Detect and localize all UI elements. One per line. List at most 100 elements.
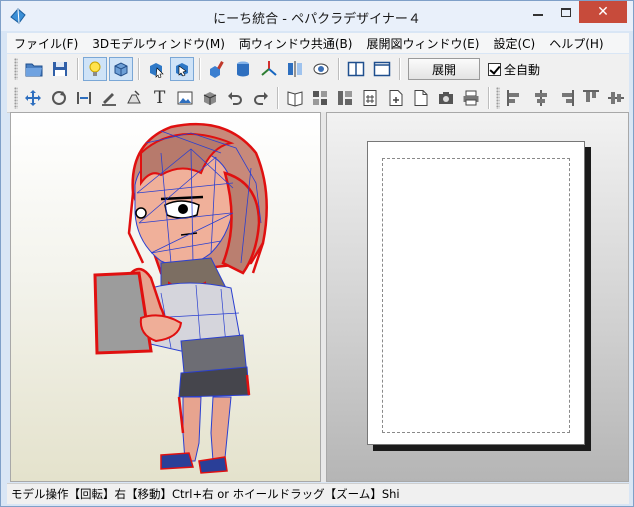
camera-icon [439, 91, 454, 104]
undo-button[interactable] [224, 86, 247, 110]
rotate-part-button[interactable] [47, 86, 70, 110]
undo-icon [228, 91, 243, 105]
minimize-icon [533, 14, 543, 16]
status-bar: モデル操作【回転】右【移動】Ctrl+右 or ホイールドラッグ【ズーム】Shi [7, 483, 629, 504]
mirror-icon [288, 61, 302, 77]
print-button[interactable] [460, 86, 483, 110]
align-center-icon [534, 89, 547, 106]
align-top-icon [583, 89, 600, 102]
split-view-button[interactable] [344, 57, 368, 81]
open-button[interactable] [22, 57, 46, 81]
arrange-parts-button[interactable] [334, 86, 357, 110]
cylinder-button[interactable] [231, 57, 255, 81]
3d-model-view[interactable] [10, 112, 321, 482]
join-edge-button[interactable] [72, 86, 95, 110]
floppy-disk-icon [53, 62, 67, 76]
split-window-icon [347, 61, 365, 77]
page-number-icon [363, 89, 377, 106]
app-window: にーち統合 - ペパクラデザイナー４ ✕ ファイル(F) 3Dモデルウィンドウ(… [0, 0, 634, 507]
page-icon [414, 89, 428, 106]
view-settings-button[interactable] [309, 57, 333, 81]
book-view-button[interactable] [283, 86, 306, 110]
align-right-icon [561, 89, 574, 106]
minimize-button[interactable] [524, 1, 552, 23]
maximize-icon [560, 7, 571, 17]
page-settings-button[interactable] [409, 86, 432, 110]
move-part-button[interactable] [22, 86, 45, 110]
lightbulb-icon [89, 61, 101, 76]
mirror-button[interactable] [283, 57, 307, 81]
page-number-button[interactable] [359, 86, 382, 110]
fold-part-button[interactable] [199, 86, 222, 110]
auto-unfold-option[interactable]: 全自動 [488, 61, 540, 78]
toolbar-grip[interactable] [14, 86, 18, 109]
flap-icon [127, 89, 142, 103]
redo-icon [253, 91, 268, 105]
brush-cube-icon [210, 61, 224, 78]
image-tool-button[interactable] [173, 86, 196, 110]
image-icon [177, 91, 193, 104]
menu-unfold-window[interactable]: 展開図ウィンドウ(E) [359, 35, 486, 52]
align-left-button[interactable] [504, 86, 527, 110]
rotate-icon [51, 90, 66, 105]
toolbar-separator [138, 58, 139, 80]
toolbar-separator [399, 58, 400, 80]
fold-cube-icon [203, 91, 217, 105]
axis-icon [261, 61, 277, 76]
paint-cube-button[interactable] [205, 57, 229, 81]
print-area-border [382, 158, 570, 433]
edit-toolbar: T [7, 83, 629, 113]
light-toggle-button[interactable] [83, 57, 107, 81]
pencil-line-icon [102, 92, 117, 106]
draw-line-button[interactable] [98, 86, 121, 110]
toolbar-grip[interactable] [496, 86, 500, 109]
align-middle-button[interactable] [605, 86, 628, 110]
window-icon [373, 61, 391, 77]
texture-toggle-button[interactable] [109, 57, 133, 81]
redo-button[interactable] [249, 86, 272, 110]
text-icon: T [153, 87, 166, 108]
menu-settings[interactable]: 設定(C) [486, 35, 542, 52]
menu-help[interactable]: ヘルプ(H) [542, 35, 610, 52]
toolbar-grip[interactable] [14, 58, 18, 80]
printer-icon [463, 90, 479, 105]
axis-button[interactable] [257, 57, 281, 81]
align-right-button[interactable] [554, 86, 577, 110]
auto-unfold-label: 全自動 [504, 62, 541, 77]
toolbar-separator [199, 58, 200, 80]
select-face-button[interactable] [144, 57, 168, 81]
toolbar-separator [488, 86, 490, 109]
maximize-button[interactable] [552, 1, 579, 23]
toolbar-separator [338, 58, 339, 80]
paper-sheet [367, 141, 585, 445]
save-button[interactable] [48, 57, 72, 81]
edge-join-icon [76, 91, 91, 104]
menu-file[interactable]: ファイル(F) [7, 35, 85, 52]
text-tool-button[interactable]: T [148, 86, 171, 110]
single-view-button[interactable] [370, 57, 394, 81]
align-left-icon [507, 89, 520, 106]
print-preview-button[interactable] [435, 86, 458, 110]
menu-3d-model-window[interactable]: 3Dモデルウィンドウ(M) [85, 35, 232, 52]
move-arrows-icon [25, 89, 42, 106]
eye-icon [313, 63, 329, 75]
cube-arrow-icon [176, 63, 188, 77]
title-bar: にーち統合 - ペパクラデザイナー４ ✕ [1, 1, 633, 31]
align-top-button[interactable] [580, 86, 603, 110]
align-middle-icon [608, 91, 625, 104]
menu-both-windows[interactable]: 両ウィンドウ共通(B) [232, 35, 360, 52]
add-page-button[interactable] [384, 86, 407, 110]
auto-unfold-checkbox[interactable] [488, 62, 501, 76]
flap-button[interactable] [123, 86, 146, 110]
unfold-button[interactable]: 展開 [408, 58, 480, 80]
close-button[interactable]: ✕ [579, 1, 627, 23]
toolbar-separator [77, 58, 78, 80]
book-icon [287, 90, 303, 107]
cube-cursor-icon [150, 63, 164, 78]
auto-layout-button[interactable] [308, 86, 331, 110]
align-center-button[interactable] [529, 86, 552, 110]
textured-cube-icon [114, 62, 128, 77]
select-part-button[interactable] [170, 57, 194, 81]
unfold-view[interactable] [326, 112, 629, 482]
cylinder-icon [237, 61, 249, 77]
